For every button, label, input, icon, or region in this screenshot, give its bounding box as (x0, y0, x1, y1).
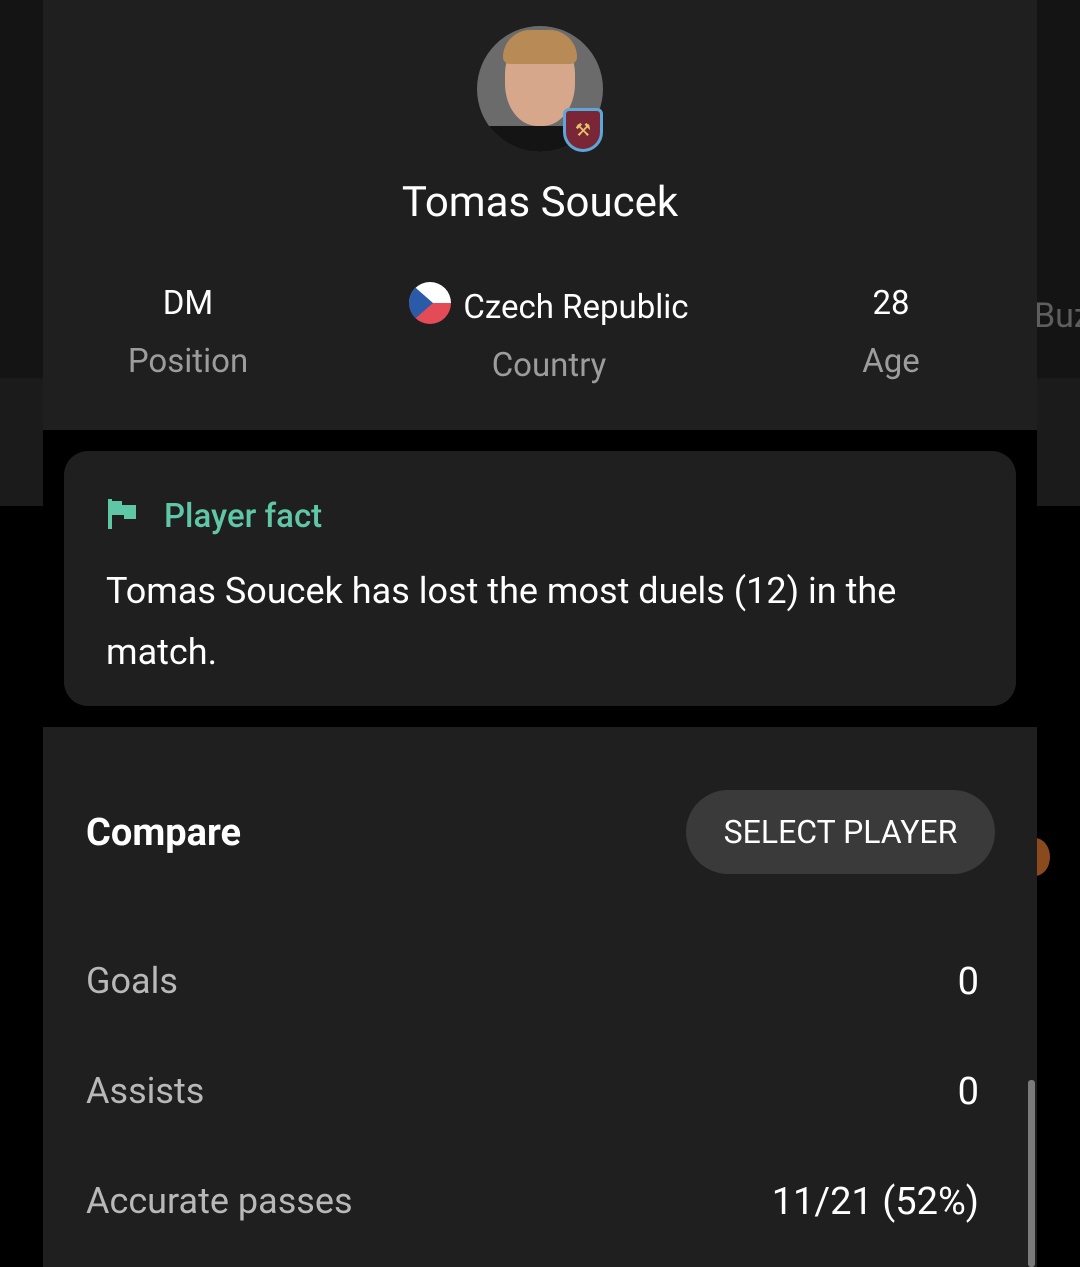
stat-value: 0 (957, 1070, 979, 1114)
position-info: DM Position (108, 282, 268, 384)
player-fact-card: Player fact Tomas Soucek has lost the mo… (64, 451, 1016, 706)
country-value-row: Czech Republic (379, 282, 719, 330)
age-value: 28 (872, 284, 910, 323)
country-label: Country (491, 346, 607, 385)
position-value: DM (162, 284, 214, 323)
player-fact-title: Player fact (164, 497, 323, 536)
player-name: Tomas Soucek (401, 178, 679, 227)
club-badge-icon: ⚒ (563, 108, 603, 152)
flag-icon (108, 499, 136, 529)
age-info: 28 Age (831, 282, 951, 384)
compare-card: Compare SELECT PLAYER Goals 0 Assists 0 … (43, 727, 1037, 1267)
avatar-hair (503, 30, 577, 64)
stat-value: 11/21 (52%) (771, 1180, 979, 1224)
stat-value: 0 (957, 960, 979, 1004)
czech-flag-icon (409, 282, 452, 324)
select-player-button[interactable]: SELECT PLAYER (686, 790, 995, 874)
compare-title: Compare (86, 811, 242, 855)
scrollbar[interactable] (1028, 1080, 1035, 1267)
stat-row-accurate-passes: Accurate passes 11/21 (52%) (86, 1180, 979, 1230)
stat-label: Goals (86, 960, 178, 1002)
player-fact-text: Tomas Soucek has lost the most duels (12… (106, 570, 897, 673)
stat-row-goals: Goals 0 (86, 960, 979, 1010)
profile-card: ⚒ Tomas Soucek DM Position Czech Republi… (43, 0, 1037, 430)
stat-label: Assists (86, 1070, 205, 1112)
country-value: Czech Republic (463, 288, 689, 327)
background-peek-text: Buz (1034, 296, 1080, 336)
stat-label: Accurate passes (86, 1180, 353, 1222)
stat-row-assists: Assists 0 (86, 1070, 979, 1120)
age-label: Age (862, 342, 920, 381)
player-sheet: ⚒ Tomas Soucek DM Position Czech Republi… (43, 0, 1037, 1267)
position-label: Position (127, 342, 249, 381)
country-info: Czech Republic Country (379, 282, 719, 388)
